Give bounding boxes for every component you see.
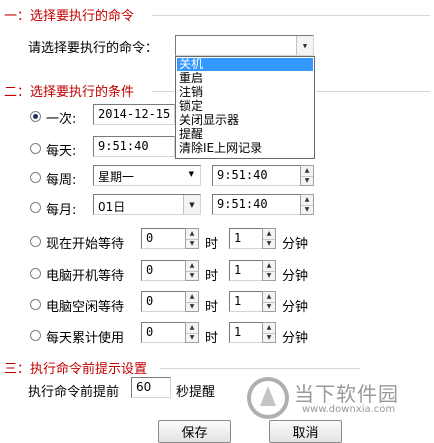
radio-idle[interactable]: [30, 299, 41, 310]
command-select[interactable]: ▼: [175, 35, 314, 56]
from-now-minutes-field[interactable]: 1: [229, 228, 265, 249]
after-boot-minutes-spinner[interactable]: ▲ ▼: [262, 260, 276, 281]
idle-hours-field[interactable]: 0: [141, 291, 187, 312]
radio-from-now[interactable]: [30, 236, 41, 247]
command-option-monitor-off[interactable]: 关闭显示器: [177, 114, 313, 127]
daily-time-field[interactable]: 9:51:40: [93, 136, 175, 157]
from-now-hours-spinner[interactable]: ▲ ▼: [185, 228, 199, 249]
command-option-clear-ie[interactable]: 清除IE上网记录: [177, 142, 313, 155]
radio-once[interactable]: [30, 111, 41, 122]
radio-monthly[interactable]: [30, 202, 41, 213]
once-date-field[interactable]: 2014-12-15: [93, 104, 175, 125]
after-boot-hours-spinner[interactable]: ▲ ▼: [185, 260, 199, 281]
minute-unit: 分钟: [282, 269, 309, 284]
watermark-logo-icon: [246, 376, 290, 420]
prompt-seconds-field[interactable]: 60: [131, 377, 171, 398]
prompt-before-label: 执行命令前提前: [28, 385, 120, 400]
radio-daily[interactable]: [30, 143, 41, 154]
from-now-minutes-spinner[interactable]: ▲ ▼: [262, 228, 276, 249]
section-title-condition: 二：选择要执行的条件: [4, 85, 135, 100]
from-now-label: 现在开始等待: [46, 237, 125, 252]
section-divider: [152, 15, 430, 16]
watermark-url: www.downxia.com: [302, 404, 396, 415]
once-label: 一次:: [46, 112, 77, 127]
spin-down-icon[interactable]: ▼: [263, 271, 275, 281]
section-divider: [316, 91, 430, 92]
daily-usage-hours-spinner[interactable]: ▲ ▼: [185, 322, 199, 343]
weekly-day-select[interactable]: 星期一 ▼: [93, 165, 201, 186]
hour-unit: 时: [205, 331, 219, 346]
command-option-remind[interactable]: 提醒: [177, 128, 313, 141]
after-boot-minutes-field[interactable]: 1: [229, 260, 265, 281]
weekly-time-spinner[interactable]: ▲ ▼: [300, 165, 314, 186]
command-option-restart[interactable]: 重启: [177, 72, 313, 85]
daily-usage-minutes-field[interactable]: 1: [229, 322, 265, 343]
monthly-day-value: 01日: [98, 200, 126, 214]
monthly-label: 每月:: [46, 203, 77, 218]
section-divider: [160, 368, 360, 369]
hour-unit: 时: [205, 269, 219, 284]
chevron-down-icon[interactable]: ▼: [189, 170, 194, 178]
command-option-lock[interactable]: 锁定: [177, 100, 313, 113]
daily-usage-minutes-spinner[interactable]: ▲ ▼: [262, 322, 276, 343]
spin-down-icon[interactable]: ▼: [263, 239, 275, 249]
radio-weekly[interactable]: [30, 172, 41, 183]
from-now-hours-field[interactable]: 0: [141, 228, 187, 249]
monthly-time-field[interactable]: 9:51:40: [212, 194, 302, 215]
command-dropdown-list[interactable]: 关机 重启 注销 锁定 关闭显示器 提醒 清除IE上网记录: [175, 56, 315, 159]
monthly-time-spinner[interactable]: ▲ ▼: [300, 194, 314, 215]
daily-usage-hours-field[interactable]: 0: [141, 322, 187, 343]
section-divider: [152, 91, 174, 92]
daily-label: 每天:: [46, 144, 77, 159]
chevron-down-icon[interactable]: ▼: [183, 195, 200, 214]
watermark-brand: 当下软件园: [294, 382, 399, 406]
daily-usage-label: 每天累计使用: [46, 331, 125, 346]
command-option-logoff[interactable]: 注销: [177, 86, 313, 99]
weekly-label: 每周:: [46, 173, 77, 188]
command-label: 请选择要执行的命令：: [28, 41, 159, 56]
weekly-time-field[interactable]: 9:51:40: [212, 165, 302, 186]
idle-minutes-field[interactable]: 1: [229, 291, 265, 312]
after-boot-label: 电脑开机等待: [46, 269, 125, 284]
minute-unit: 分钟: [282, 331, 309, 346]
spin-down-icon[interactable]: ▼: [186, 333, 198, 343]
section-title-command: 一：选择要执行的命令: [4, 9, 135, 24]
spin-down-icon[interactable]: ▼: [186, 239, 198, 249]
chevron-down-icon[interactable]: ▼: [296, 36, 313, 55]
spin-down-icon[interactable]: ▼: [301, 176, 313, 186]
save-button[interactable]: 保存: [158, 420, 231, 443]
monthly-day-select[interactable]: 01日 ▼: [93, 194, 201, 215]
idle-minutes-spinner[interactable]: ▲ ▼: [262, 291, 276, 312]
minute-unit: 分钟: [282, 237, 309, 252]
hour-unit: 时: [205, 300, 219, 315]
cancel-button[interactable]: 取消: [269, 420, 342, 443]
idle-label: 电脑空闲等待: [46, 300, 125, 315]
radio-daily-usage[interactable]: [30, 330, 41, 341]
spin-down-icon[interactable]: ▼: [186, 271, 198, 281]
minute-unit: 分钟: [282, 300, 309, 315]
radio-after-boot[interactable]: [30, 268, 41, 279]
spin-down-icon[interactable]: ▼: [301, 205, 313, 215]
after-boot-hours-field[interactable]: 0: [141, 260, 187, 281]
weekly-day-value: 星期一: [98, 170, 135, 184]
spin-down-icon[interactable]: ▼: [263, 302, 275, 312]
idle-hours-spinner[interactable]: ▲ ▼: [185, 291, 199, 312]
prompt-after-label: 秒提醒: [176, 385, 216, 400]
hour-unit: 时: [205, 237, 219, 252]
command-option-shutdown[interactable]: 关机: [177, 58, 313, 71]
section-title-prompt: 三：执行命令前提示设置: [4, 362, 148, 377]
spin-down-icon[interactable]: ▼: [263, 333, 275, 343]
spin-down-icon[interactable]: ▼: [186, 302, 198, 312]
